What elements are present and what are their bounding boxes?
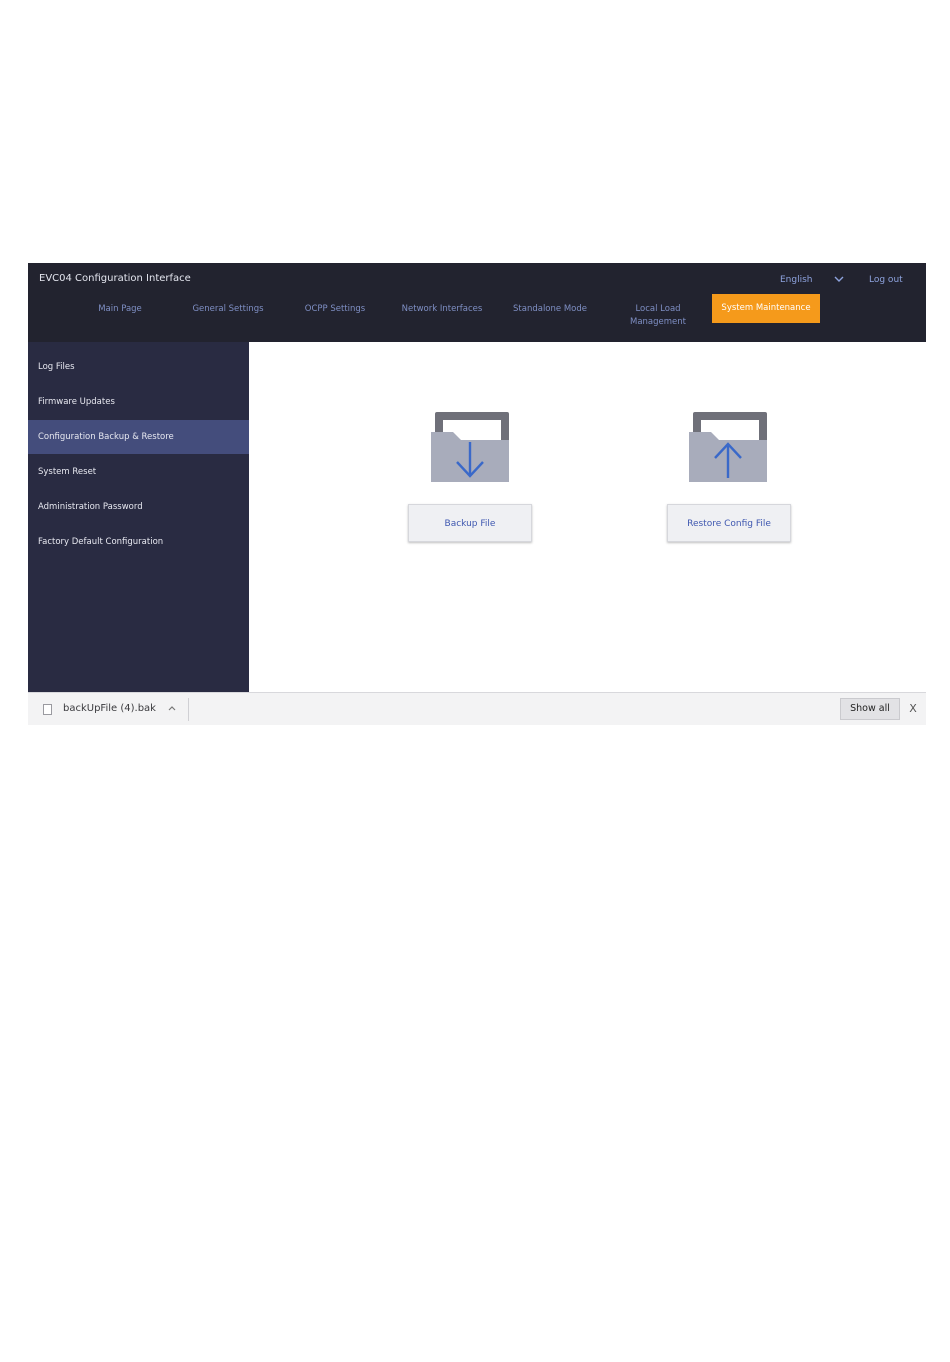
tab-ocpp-settings[interactable]: OCPP Settings bbox=[294, 294, 376, 324]
sidebar-item-system-reset[interactable]: System Reset bbox=[28, 455, 249, 489]
divider bbox=[188, 698, 189, 721]
sidebar-item-log-files[interactable]: Log Files bbox=[28, 350, 249, 384]
tab-network-interfaces[interactable]: Network Interfaces bbox=[394, 294, 490, 324]
tab-main-page[interactable]: Main Page bbox=[84, 294, 156, 324]
config-interface-window: EVC04 Configuration Interface English Lo… bbox=[28, 263, 926, 725]
sidebar-item-admin-password[interactable]: Administration Password bbox=[28, 490, 249, 524]
backup-file-button[interactable]: Backup File bbox=[408, 504, 532, 542]
sidebar: Log Files Firmware Updates Configuration… bbox=[28, 342, 249, 692]
file-icon bbox=[43, 704, 52, 715]
tab-general-settings[interactable]: General Settings bbox=[184, 294, 272, 324]
language-selector[interactable]: English bbox=[780, 275, 813, 285]
main-content: Backup File Restore Config File bbox=[249, 342, 926, 692]
sidebar-item-config-backup-restore[interactable]: Configuration Backup & Restore bbox=[28, 420, 249, 454]
tab-local-load-management[interactable]: Local Load Management bbox=[620, 294, 696, 327]
tab-standalone-mode[interactable]: Standalone Mode bbox=[506, 294, 594, 324]
sidebar-item-firmware-updates[interactable]: Firmware Updates bbox=[28, 385, 249, 419]
chevron-down-icon[interactable] bbox=[833, 273, 845, 285]
header-bar: EVC04 Configuration Interface English Lo… bbox=[28, 263, 926, 342]
folder-upload-icon bbox=[689, 412, 767, 482]
app-title: EVC04 Configuration Interface bbox=[39, 273, 191, 284]
folder-download-icon bbox=[431, 412, 509, 482]
downloaded-file-name[interactable]: backUpFile (4).bak bbox=[63, 703, 156, 714]
logout-link[interactable]: Log out bbox=[869, 275, 903, 285]
restore-config-file-button[interactable]: Restore Config File bbox=[667, 504, 791, 542]
sidebar-item-factory-default[interactable]: Factory Default Configuration bbox=[28, 525, 249, 559]
tab-system-maintenance[interactable]: System Maintenance bbox=[712, 294, 820, 323]
chevron-up-icon[interactable] bbox=[166, 702, 178, 714]
show-all-button[interactable]: Show all bbox=[840, 698, 900, 720]
close-icon[interactable]: X bbox=[907, 703, 919, 715]
download-bar: backUpFile (4).bak Show all X bbox=[28, 692, 926, 725]
